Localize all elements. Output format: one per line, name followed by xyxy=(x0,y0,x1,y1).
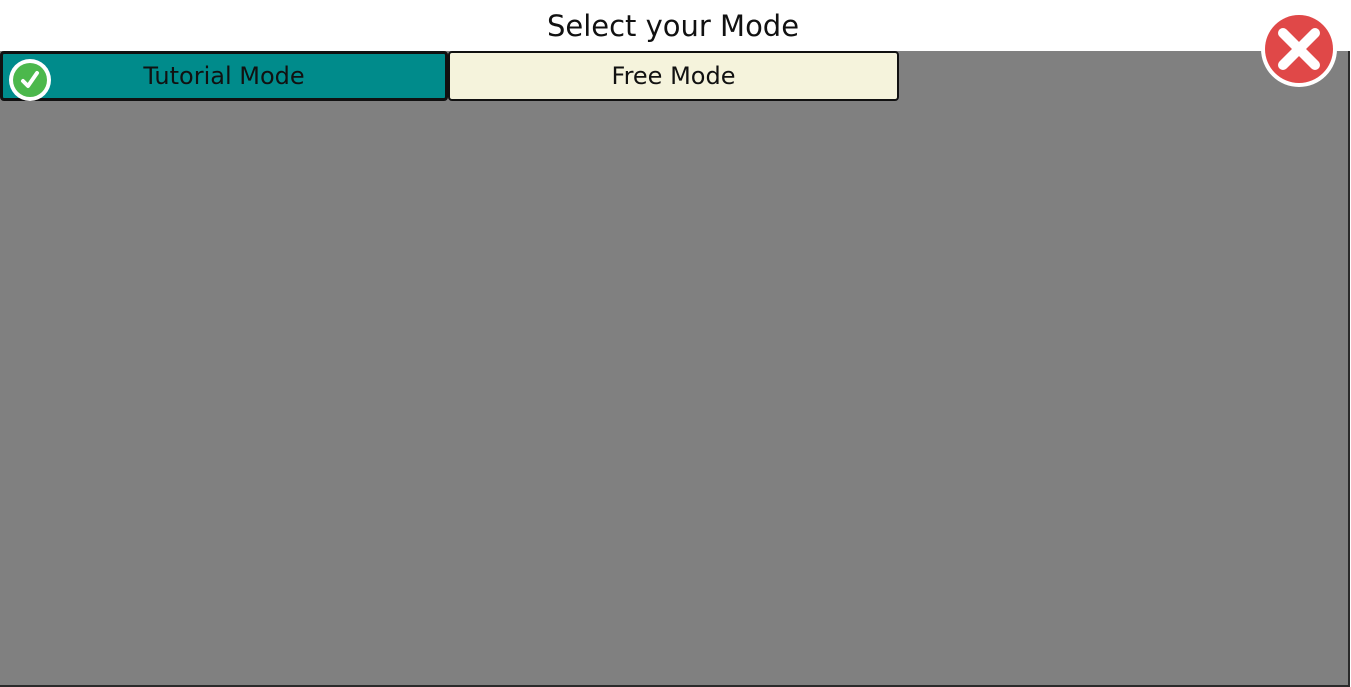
tab-tutorial-label: Tutorial Mode xyxy=(143,62,305,90)
mode-select-screen: Select your Mode Tutorial Mode Free Mode xyxy=(0,0,1351,687)
close-button[interactable] xyxy=(1259,9,1339,89)
content-area xyxy=(0,51,1350,687)
tab-tutorial-mode[interactable]: Tutorial Mode xyxy=(0,51,448,101)
tab-free-mode[interactable]: Free Mode xyxy=(448,51,899,101)
tab-free-label: Free Mode xyxy=(611,62,736,90)
checkmark-icon xyxy=(9,59,51,101)
close-icon xyxy=(1261,11,1337,87)
header: Select your Mode xyxy=(0,0,1351,51)
page-title: Select your Mode xyxy=(546,9,800,43)
